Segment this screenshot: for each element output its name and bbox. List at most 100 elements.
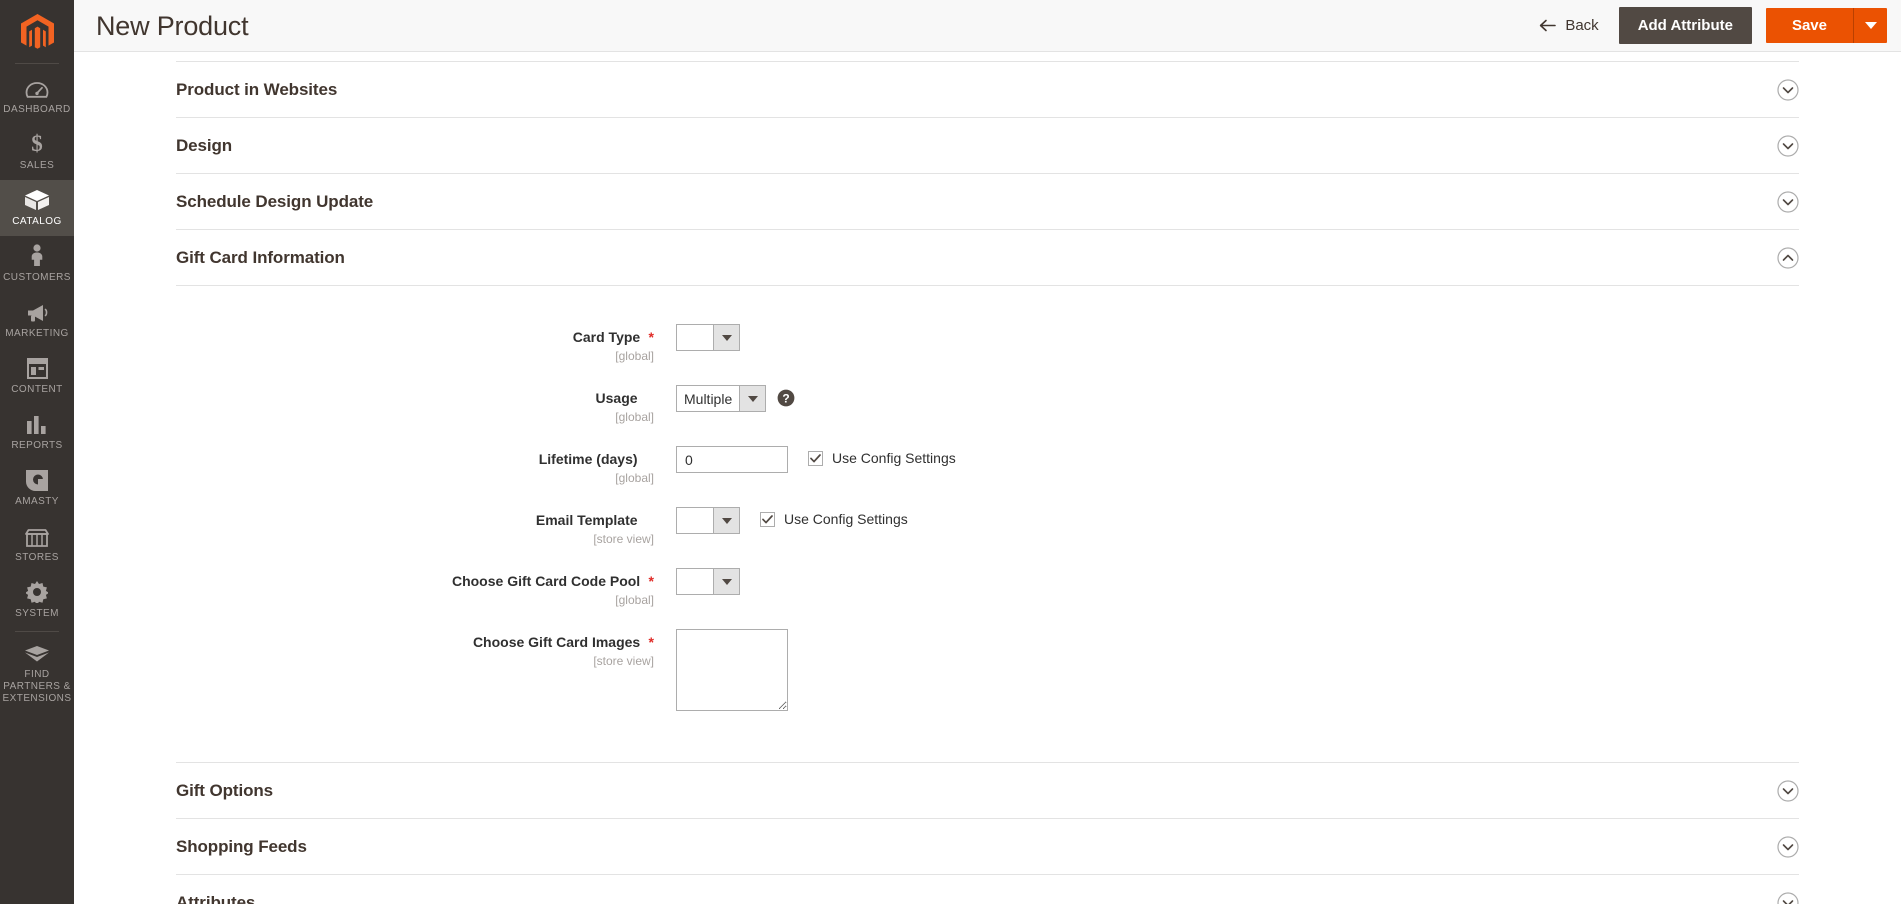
field-scope: [global] (615, 410, 654, 424)
chevron-up-circle-icon[interactable] (1777, 246, 1799, 269)
sidebar-item-label: SALES (19, 160, 55, 171)
required-asterisk: * (644, 634, 654, 650)
back-button[interactable]: Back (1533, 11, 1604, 40)
caret-down-icon (721, 578, 732, 585)
gift-card-form: Card Type * [global] Usage [global] Mult… (176, 286, 1799, 762)
sidebar-item-sales[interactable]: $ SALES (0, 124, 74, 180)
section-gift-options[interactable]: Gift Options (176, 763, 1799, 819)
main-area: New Product Back Add Attribute Save Prod… (74, 0, 1901, 904)
lifetime-days-input[interactable] (676, 446, 788, 473)
select-arrow (713, 508, 739, 533)
dashboard-icon (25, 77, 49, 99)
sidebar-item-label: CUSTOMERS (3, 272, 71, 283)
box-icon (24, 189, 50, 211)
section-design[interactable]: Design (176, 118, 1799, 174)
sidebar-item-catalog[interactable]: CATALOG (0, 180, 74, 236)
gear-icon (26, 581, 48, 603)
sidebar-divider-bottom (15, 631, 59, 632)
select-arrow (739, 386, 766, 411)
page-header: New Product Back Add Attribute Save (74, 0, 1901, 52)
sidebar-item-content[interactable]: CONTENT (0, 348, 74, 404)
sidebar-item-label: MARKETING (5, 328, 69, 339)
sidebar-item-label: AMASTY (15, 496, 59, 507)
field-control-col: Use Config Settings (676, 507, 908, 534)
sidebar-item-stores[interactable]: STORES (0, 516, 74, 572)
save-button-group: Save (1765, 8, 1887, 43)
sidebar-item-label: STORES (15, 552, 59, 563)
section-attributes[interactable]: Attributes (176, 875, 1799, 904)
field-lifetime-days: Lifetime (days) [global] 0 Use Config Se… (176, 446, 1799, 486)
caret-down-icon (747, 395, 758, 402)
field-control-col (676, 324, 740, 351)
section-gift-card-information-header[interactable]: Gift Card Information (176, 230, 1799, 286)
section-schedule-design-update[interactable]: Schedule Design Update (176, 174, 1799, 230)
field-scope: [global] (615, 471, 654, 485)
page-title: New Product (96, 10, 249, 41)
gift-card-images-multiselect[interactable] (676, 629, 788, 711)
email-template-use-config-wrap: Use Config Settings (760, 507, 908, 527)
select-arrow (713, 325, 739, 350)
save-button[interactable]: Save (1765, 8, 1853, 43)
caret-down-icon (721, 517, 732, 524)
field-scope: [global] (615, 349, 654, 363)
email-template-select-value (677, 508, 713, 533)
sidebar-item-dashboard[interactable]: DASHBOARD (0, 68, 74, 124)
section-title: Shopping Feeds (176, 836, 307, 856)
bar-chart-icon (26, 413, 48, 435)
card-type-select[interactable] (676, 324, 740, 351)
chevron-down-circle-icon[interactable] (1777, 190, 1799, 213)
lifetime-use-config-wrap: Use Config Settings (808, 446, 956, 466)
field-card-type: Card Type * [global] (176, 324, 1799, 364)
section-product-in-websites[interactable]: Product in Websites (176, 62, 1799, 118)
gift-card-code-pool-select-value (677, 569, 713, 594)
usage-select[interactable]: Multiple (676, 385, 767, 412)
question-mark-circle-icon[interactable]: ? (777, 389, 795, 407)
section-title: Gift Options (176, 780, 274, 800)
section-title: Gift Card Information (176, 247, 345, 267)
section-gift-card-information: Gift Card Information Card Type * [globa… (176, 230, 1799, 763)
field-email-template: Email Template [store view] Use Config S… (176, 507, 1799, 547)
sidebar-item-customers[interactable]: CUSTOMERS (0, 236, 74, 292)
partners-box-icon (24, 642, 50, 664)
sidebar-item-label: REPORTS (11, 440, 63, 451)
add-attribute-button[interactable]: Add Attribute (1618, 7, 1752, 44)
email-template-select[interactable] (676, 507, 740, 534)
amasty-icon (26, 469, 48, 491)
sidebar-divider-top (15, 63, 59, 64)
field-label-col: Choose Gift Card Images * [store view] (176, 629, 676, 669)
chevron-down-circle-icon[interactable] (1777, 779, 1799, 802)
chevron-down-circle-icon[interactable] (1777, 835, 1799, 858)
svg-text:?: ? (783, 391, 790, 405)
sidebar-item-reports[interactable]: REPORTS (0, 404, 74, 460)
sidebar-item-label: CATALOG (12, 216, 62, 227)
caret-down-icon (1864, 22, 1877, 29)
field-scope: [store view] (593, 654, 654, 668)
email-template-use-config-checkbox[interactable] (760, 511, 775, 527)
field-usage: Usage [global] Multiple ? (176, 385, 1799, 425)
chevron-down-circle-icon[interactable] (1777, 891, 1799, 904)
chevron-down-circle-icon[interactable] (1777, 134, 1799, 157)
magento-logo-icon[interactable] (0, 6, 74, 60)
chevron-down-circle-icon[interactable] (1777, 78, 1799, 101)
sidebar-item-label: FIND PARTNERS & EXTENSIONS (2, 669, 72, 704)
field-scope: [store view] (593, 532, 654, 546)
checkmark-icon (810, 453, 821, 462)
sidebar-item-amasty[interactable]: AMASTY (0, 460, 74, 516)
field-scope: [global] (615, 593, 654, 607)
lifetime-use-config-label: Use Config Settings (832, 450, 956, 466)
svg-text:$: $ (31, 131, 43, 155)
section-shopping-feeds[interactable]: Shopping Feeds (176, 819, 1799, 875)
gift-card-code-pool-select[interactable] (676, 568, 740, 595)
usage-select-value: Multiple (677, 386, 740, 411)
lifetime-use-config-checkbox[interactable] (808, 450, 823, 466)
sidebar-item-label: CONTENT (11, 384, 63, 395)
save-options-toggle[interactable] (1853, 8, 1887, 43)
magento-logo-glyph (20, 14, 54, 49)
field-label: Usage (595, 390, 638, 406)
admin-page: DASHBOARD $ SALES CATALOG CUSTOMERS MARK… (0, 0, 1901, 904)
sidebar-item-system[interactable]: SYSTEM (0, 572, 74, 628)
field-label: Choose Gift Card Images (472, 634, 641, 650)
sidebar-item-find-partners[interactable]: FIND PARTNERS & EXTENSIONS (0, 636, 74, 711)
sidebar-item-marketing[interactable]: MARKETING (0, 292, 74, 348)
dollar-icon: $ (28, 131, 46, 155)
